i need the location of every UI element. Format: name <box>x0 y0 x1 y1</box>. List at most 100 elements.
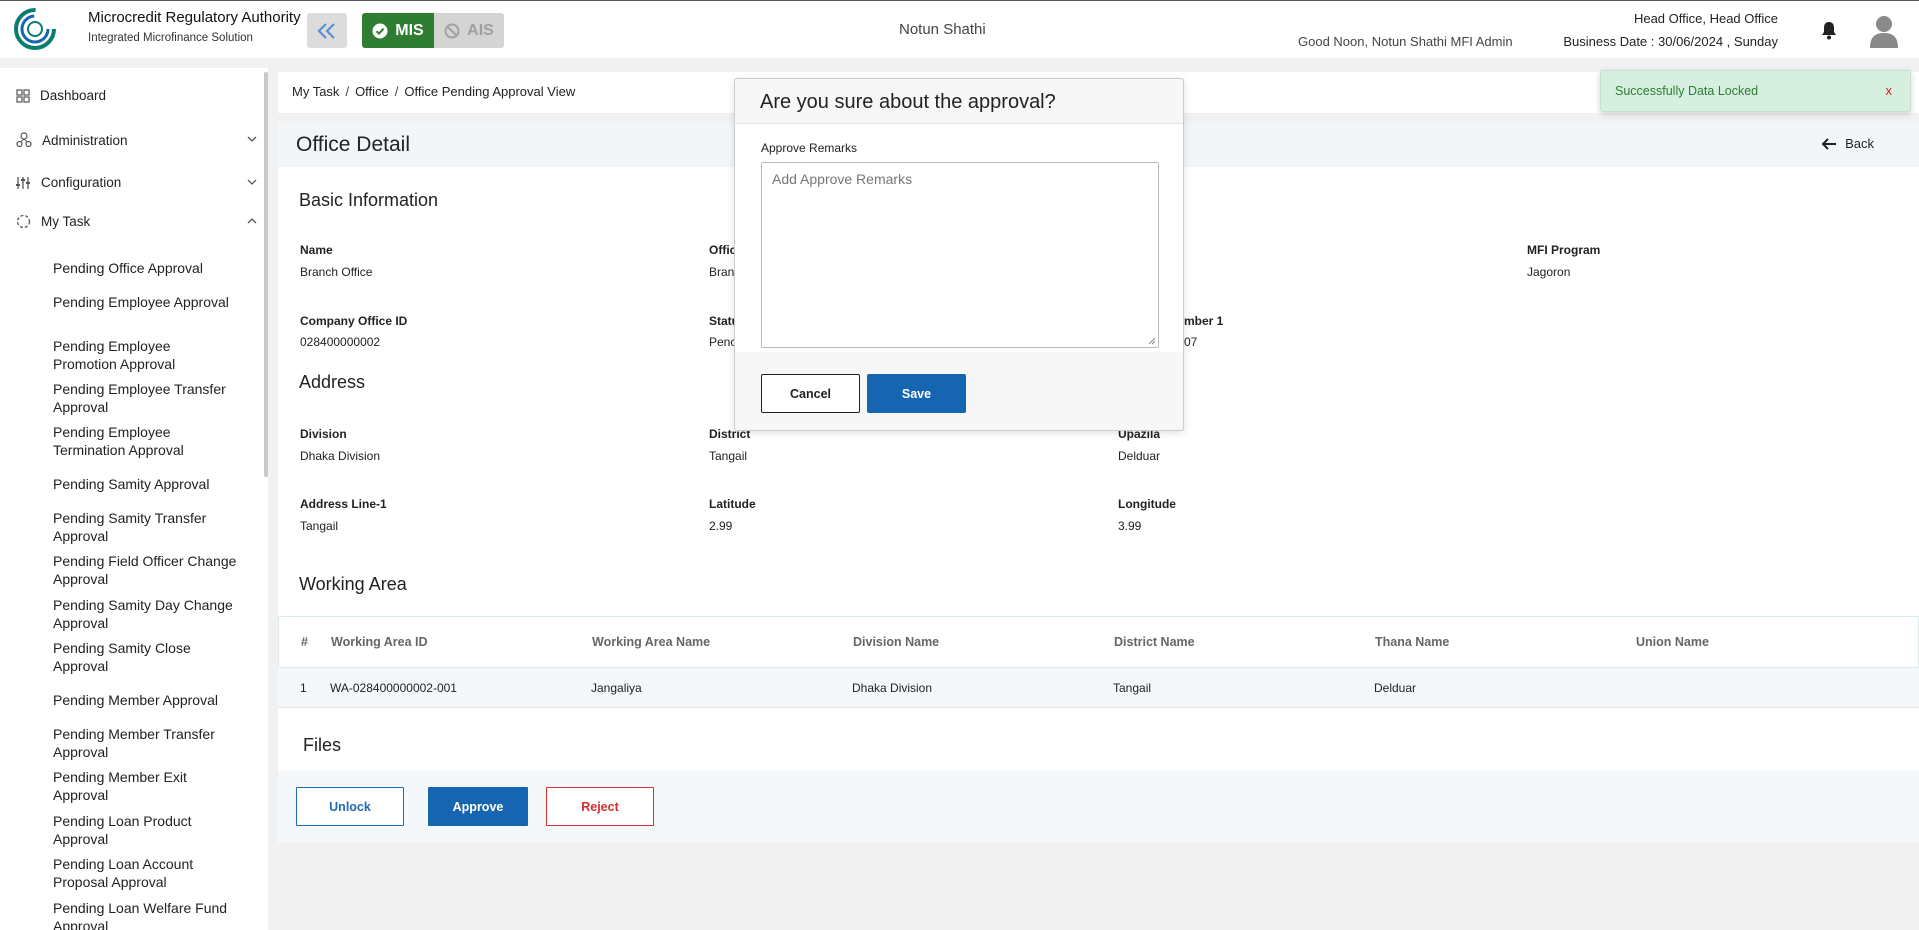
ais-module-button[interactable]: AIS <box>434 13 504 48</box>
office-type-value: Bran <box>709 265 735 279</box>
breadcrumb-separator: / <box>394 84 399 99</box>
toast-message: Successfully Data Locked <box>1615 84 1759 98</box>
sidebar-subitem-pending-member-exit[interactable]: Pending Member Exit Approval <box>53 768 238 804</box>
table-cell: Dhaka Division <box>852 681 933 695</box>
sidebar-subitem-pending-office-approval[interactable]: Pending Office Approval <box>53 259 238 277</box>
collapse-sidebar-button[interactable] <box>307 13 347 48</box>
success-toast: Successfully Data Locked x <box>1600 70 1911 112</box>
sidebar-subitem-pending-employee-approval[interactable]: Pending Employee Approval <box>53 293 238 311</box>
sidebar-subitem-pending-samity-transfer[interactable]: Pending Samity Transfer Approval <box>53 509 238 545</box>
sidebar-subitem-pending-member-approval[interactable]: Pending Member Approval <box>53 691 238 709</box>
ais-label: AIS <box>467 21 494 39</box>
back-label: Back <box>1845 136 1874 151</box>
column-header: Thana Name <box>1375 635 1450 649</box>
action-bar: Unlock Approve Reject <box>278 771 1919 843</box>
longitude-value: 3.99 <box>1118 519 1142 533</box>
files-title: Files <box>303 735 342 755</box>
save-button[interactable]: Save <box>867 374 966 413</box>
org-subtitle: Integrated Microfinance Solution <box>88 32 253 44</box>
division-label: Division <box>300 427 347 441</box>
bell-icon[interactable] <box>1820 20 1838 40</box>
back-button[interactable]: Back <box>1821 136 1874 151</box>
number-value: 07 <box>1184 335 1198 349</box>
office-name: Head Office, Head Office <box>1633 11 1778 26</box>
table-cell: Tangail <box>1113 681 1152 695</box>
approve-button[interactable]: Approve <box>428 787 528 826</box>
district-value: Tangail <box>709 449 748 463</box>
longitude-label: Longitude <box>1118 497 1176 511</box>
double-chevron-left-icon <box>317 22 335 39</box>
chevron-down-icon <box>247 136 257 142</box>
grid-icon <box>16 88 30 103</box>
page-title: Office Detail <box>296 133 410 156</box>
address-line-label: Address Line-1 <box>300 497 387 511</box>
status-value: Penc <box>709 335 737 349</box>
table-row: 1 WA-028400000002-001 Jangaliya Dhaka Di… <box>278 668 1919 708</box>
column-header: Working Area Name <box>592 635 711 649</box>
latitude-value: 2.99 <box>709 519 733 533</box>
task-icon <box>16 214 31 229</box>
resize-grip-icon[interactable] <box>1148 337 1156 345</box>
column-header: Union Name <box>1636 635 1709 649</box>
user-avatar[interactable] <box>1868 14 1900 48</box>
sidebar-subitem-pending-field-officer-change[interactable]: Pending Field Officer Change Approval <box>53 552 238 588</box>
chevron-up-icon <box>247 218 257 224</box>
table-cell: WA-028400000002-001 <box>330 681 457 695</box>
org-name: Microcredit Regulatory Authority <box>88 9 301 26</box>
sidebar-subitem-pending-loan-welfare-fund[interactable]: Pending Loan Welfare Fund Approval <box>53 899 238 930</box>
division-value: Dhaka Division <box>300 449 381 463</box>
mis-module-button[interactable]: MIS <box>362 13 434 48</box>
mis-label: MIS <box>395 21 424 39</box>
breadcrumb-office[interactable]: Office <box>355 84 389 99</box>
sidebar-item-dashboard[interactable]: Dashboard <box>16 88 256 103</box>
remarks-label: Approve Remarks <box>761 141 858 155</box>
table-header-row: # Working Area ID Working Area Name Divi… <box>278 616 1919 668</box>
dialog-title: Are you sure about the approval? <box>760 91 1056 113</box>
sidebar-item-label: Dashboard <box>40 88 107 103</box>
table-cell: 1 <box>300 681 307 695</box>
sidebar-subitem-pending-loan-account-proposal[interactable]: Pending Loan Account Proposal Approval <box>53 855 238 891</box>
toast-close-button[interactable]: x <box>1886 83 1893 98</box>
unlock-button[interactable]: Unlock <box>296 787 404 826</box>
sidebar-subitem-pending-employee-promotion[interactable]: Pending Employee Promotion Approval <box>53 337 238 373</box>
sidebar-subitem-pending-samity-approval[interactable]: Pending Samity Approval <box>53 475 238 493</box>
column-header: District Name <box>1114 635 1195 649</box>
sidebar-subitem-pending-samity-day-change[interactable]: Pending Samity Day Change Approval <box>53 596 238 632</box>
ban-icon <box>444 23 460 38</box>
sidebar: Dashboard Administration Configuration M… <box>0 68 268 930</box>
dialog-body: Approve Remarks <box>735 124 1183 352</box>
sidebar-scrollbar[interactable] <box>264 72 268 477</box>
dialog-header: Are you sure about the approval? <box>735 79 1183 124</box>
check-circle-icon <box>372 23 388 38</box>
reject-button[interactable]: Reject <box>546 787 654 826</box>
latitude-label: Latitude <box>709 497 756 511</box>
working-area-title: Working Area <box>299 574 407 594</box>
sidebar-subitem-pending-loan-product[interactable]: Pending Loan Product Approval <box>53 812 238 848</box>
approval-dialog: Are you sure about the approval? Approve… <box>734 78 1184 431</box>
number-label: mber 1 <box>1184 314 1224 328</box>
user-greeting: Good Noon, Notun Shathi MFI Admin <box>1298 34 1513 49</box>
sidebar-subitem-pending-employee-transfer[interactable]: Pending Employee Transfer Approval <box>53 380 238 416</box>
table-cell: Jangaliya <box>591 681 642 695</box>
mfi-program-label: MFI Program <box>1527 243 1601 257</box>
sidebar-item-administration[interactable]: Administration <box>16 132 257 148</box>
sidebar-item-configuration[interactable]: Configuration <box>16 175 257 190</box>
breadcrumb-separator: / <box>345 84 350 99</box>
sidebar-subitem-pending-samity-close[interactable]: Pending Samity Close Approval <box>53 639 238 675</box>
column-header: Working Area ID <box>331 635 428 649</box>
sidebar-subitem-pending-employee-termination[interactable]: Pending Employee Termination Approval <box>53 423 238 459</box>
chevron-down-icon <box>247 179 257 185</box>
approve-remarks-input[interactable] <box>761 162 1159 348</box>
name-value: Branch Office <box>300 265 373 279</box>
arrow-left-icon <box>1821 137 1837 150</box>
company-office-id-label: Company Office ID <box>300 314 408 328</box>
cancel-button[interactable]: Cancel <box>761 374 860 413</box>
sidebar-subitem-pending-member-transfer[interactable]: Pending Member Transfer Approval <box>53 725 238 761</box>
breadcrumb-my-task[interactable]: My Task <box>292 84 339 99</box>
mfi-program-value: Jagoron <box>1527 265 1571 279</box>
column-header: Division Name <box>853 635 940 649</box>
app-header: Microcredit Regulatory Authority Integra… <box>0 0 1919 58</box>
sidebar-item-my-task[interactable]: My Task <box>16 214 257 229</box>
name-label: Name <box>300 243 333 257</box>
sidebar-item-label: Administration <box>42 132 128 148</box>
